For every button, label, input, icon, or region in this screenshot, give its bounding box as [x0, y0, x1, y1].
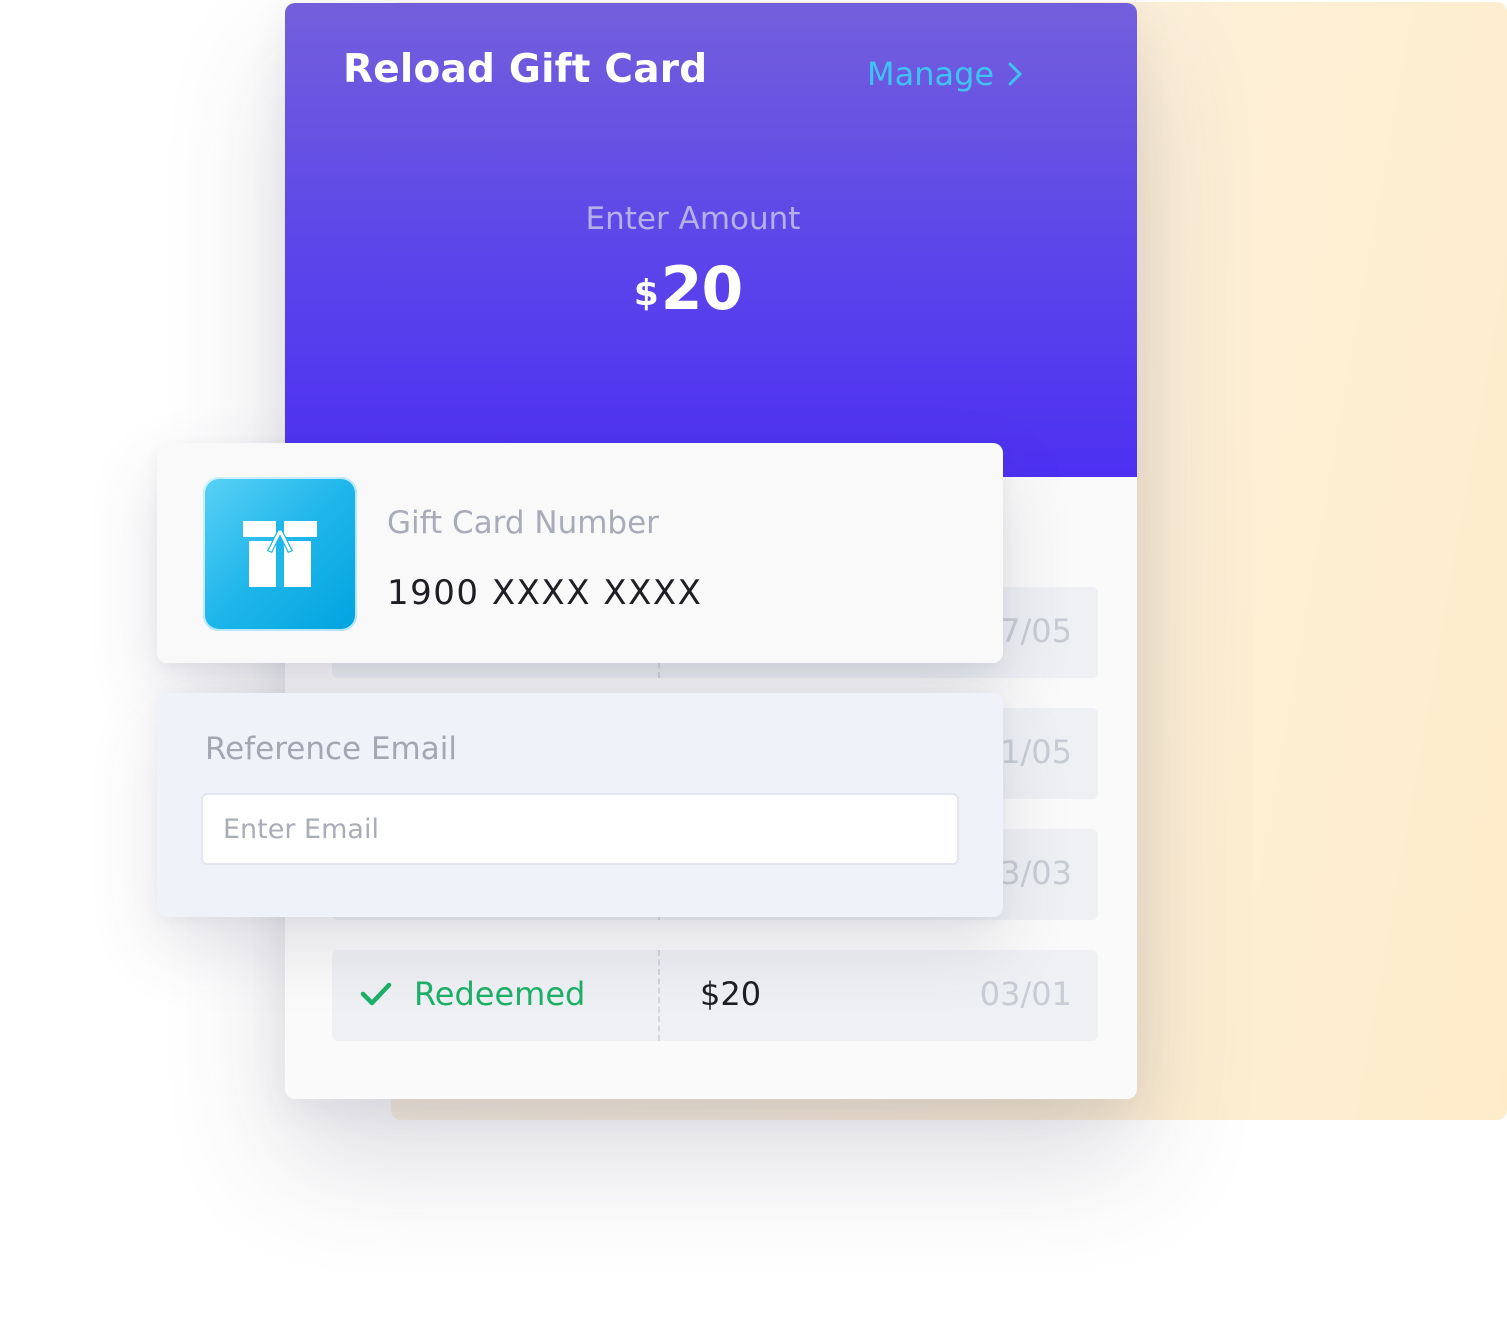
history-amount: $20: [700, 975, 762, 1013]
gift-card-number-label: Gift Card Number: [387, 505, 659, 541]
history-date: 3/03: [1000, 854, 1072, 892]
manage-label: Manage: [867, 55, 995, 93]
reference-email-panel: Reference Email: [157, 693, 1003, 917]
reload-gift-card-illustration: Reload Gift Card Manage Enter Amount $20…: [0, 0, 1507, 1339]
history-date: 7/05: [1000, 612, 1072, 650]
history-date: 03/01: [979, 975, 1072, 1013]
history-status: Redeemed: [360, 975, 585, 1013]
amount-label: Enter Amount: [585, 201, 801, 237]
chevron-right-icon: [1008, 62, 1022, 86]
currency-symbol: $: [633, 273, 659, 314]
email-field[interactable]: [201, 793, 959, 865]
row-divider: [658, 950, 660, 1041]
gift-card-number: 1900 XXXX XXXX: [387, 573, 703, 613]
history-date: 1/05: [1000, 733, 1072, 771]
gift-box-icon: [243, 521, 317, 587]
gift-icon-tile: [203, 477, 357, 631]
card-header: Reload Gift Card Manage Enter Amount $20: [285, 3, 1137, 477]
history-row: Redeemed $20 03/01: [332, 950, 1098, 1041]
amount-value: 20: [660, 254, 743, 324]
amount-field[interactable]: $20: [285, 254, 1091, 324]
check-icon: [360, 982, 392, 1006]
card-title: Reload Gift Card: [343, 47, 708, 92]
gift-card-number-panel: Gift Card Number 1900 XXXX XXXX: [157, 443, 1003, 663]
reference-email-label: Reference Email: [205, 731, 457, 767]
manage-link[interactable]: Manage: [867, 55, 1022, 93]
history-status-label: Redeemed: [414, 975, 586, 1013]
